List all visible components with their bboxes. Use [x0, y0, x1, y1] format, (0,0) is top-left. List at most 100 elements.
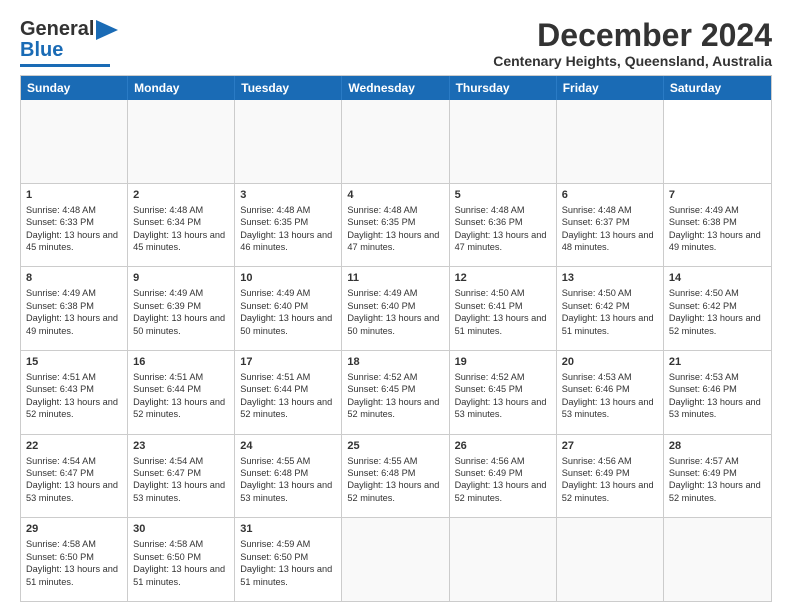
sunset-text: Sunset: 6:36 PM: [455, 217, 523, 227]
header-tuesday: Tuesday: [235, 76, 342, 100]
sunrise-text: Sunrise: 4:48 AM: [562, 205, 632, 215]
sunset-text: Sunset: 6:47 PM: [133, 468, 201, 478]
daylight-text: Daylight: 13 hours and 52 minutes.: [26, 397, 118, 419]
day-number: 17: [240, 355, 336, 370]
week-2: 1 Sunrise: 4:48 AM Sunset: 6:33 PM Daylight…: [21, 183, 771, 267]
sunrise-text: Sunrise: 4:48 AM: [133, 205, 203, 215]
sunset-text: Sunset: 6:42 PM: [562, 301, 630, 311]
page: General Blue December 2024 Centenary Hei…: [0, 0, 792, 612]
cell-w5-d5: 26Sunrise: 4:56 AMSunset: 6:49 PMDayligh…: [450, 435, 557, 518]
cell-w4-d5: 19Sunrise: 4:52 AMSunset: 6:45 PMDayligh…: [450, 351, 557, 434]
sunset-text: Sunset: 6:45 PM: [347, 384, 415, 394]
cell-w1-d6: [557, 100, 664, 183]
sunset-text: Sunset: 6:35 PM: [347, 217, 415, 227]
day-number: 23: [133, 439, 229, 454]
header-monday: Monday: [128, 76, 235, 100]
week-5: 22Sunrise: 4:54 AMSunset: 6:47 PMDayligh…: [21, 434, 771, 518]
cell-w6-d6: [557, 518, 664, 601]
header-sunday: Sunday: [21, 76, 128, 100]
cell-w1-d3: [235, 100, 342, 183]
calendar: Sunday Monday Tuesday Wednesday Thursday…: [20, 75, 772, 602]
sunset-text: Sunset: 6:38 PM: [26, 301, 94, 311]
week-6: 29 Sunrise: 4:58 AM Sunset: 6:50 PM Dayligh…: [21, 517, 771, 601]
sunrise-text: Sunrise: 4:49 AM: [347, 288, 417, 298]
cell-w6-d5: [450, 518, 557, 601]
day-number: 6: [562, 188, 658, 203]
week-1: [21, 100, 771, 183]
sunrise-text: Sunrise: 4:48 AM: [347, 205, 417, 215]
day-number: 11: [347, 271, 443, 286]
sunrise-text: Sunrise: 4:59 AM: [240, 539, 310, 549]
daylight-text: Daylight: 13 hours and 52 minutes.: [669, 480, 761, 502]
logo-general: General: [20, 18, 94, 41]
day-number: 1: [26, 188, 122, 203]
sunrise-text: Sunrise: 4:55 AM: [347, 456, 417, 466]
daylight-text: Daylight: 13 hours and 51 minutes.: [133, 564, 225, 586]
cell-w6-d1: 29Sunrise: 4:58 AMSunset: 6:50 PMDayligh…: [21, 518, 128, 601]
sunset-text: Sunset: 6:50 PM: [133, 552, 201, 562]
cell-w4-d6: 20Sunrise: 4:53 AMSunset: 6:46 PMDayligh…: [557, 351, 664, 434]
week-4: 15Sunrise: 4:51 AMSunset: 6:43 PMDayligh…: [21, 350, 771, 434]
sunset-text: Sunset: 6:44 PM: [240, 384, 308, 394]
sunset-text: Sunset: 6:39 PM: [133, 301, 201, 311]
daylight-text: Daylight: 13 hours and 53 minutes.: [562, 397, 654, 419]
day-number: 25: [347, 439, 443, 454]
sunrise-text: Sunrise: 4:55 AM: [240, 456, 310, 466]
daylight-text: Daylight: 13 hours and 48 minutes.: [562, 230, 654, 252]
cell-w1-d4: [342, 100, 449, 183]
daylight-text: Daylight: 13 hours and 51 minutes.: [455, 313, 547, 335]
day-number: 9: [133, 271, 229, 286]
day-number: 5: [455, 188, 551, 203]
header-saturday: Saturday: [664, 76, 771, 100]
sunrise-text: Sunrise: 4:53 AM: [669, 372, 739, 382]
day-number: 29: [26, 522, 122, 537]
day-number: 16: [133, 355, 229, 370]
week-3: 8Sunrise: 4:49 AMSunset: 6:38 PMDaylight…: [21, 266, 771, 350]
day-number: 24: [240, 439, 336, 454]
sunrise-text: Sunrise: 4:48 AM: [455, 205, 525, 215]
calendar-body: 1 Sunrise: 4:48 AM Sunset: 6:33 PM Daylight…: [21, 100, 771, 601]
day-number: 18: [347, 355, 443, 370]
sunrise-text: Sunrise: 4:58 AM: [26, 539, 96, 549]
header-wednesday: Wednesday: [342, 76, 449, 100]
sunrise-text: Sunrise: 4:49 AM: [240, 288, 310, 298]
daylight-text: Daylight: 13 hours and 49 minutes.: [26, 313, 118, 335]
sunset-text: Sunset: 6:35 PM: [240, 217, 308, 227]
sunrise-text: Sunrise: 4:50 AM: [562, 288, 632, 298]
daylight-text: Daylight: 13 hours and 52 minutes.: [669, 313, 761, 335]
sunrise-text: Sunrise: 4:48 AM: [26, 205, 96, 215]
sunset-text: Sunset: 6:33 PM: [26, 217, 94, 227]
cell-w4-d3: 17 Sunrise: 4:51 AM Sunset: 6:44 PM Dayligh…: [235, 351, 342, 434]
sunrise-text: Sunrise: 4:52 AM: [455, 372, 525, 382]
calendar-header: Sunday Monday Tuesday Wednesday Thursday…: [21, 76, 771, 100]
sunrise-text: Sunrise: 4:54 AM: [26, 456, 96, 466]
daylight-text: Daylight: 13 hours and 53 minutes.: [455, 397, 547, 419]
cell-w1-d1: [21, 100, 128, 183]
sunrise-text: Sunrise: 4:51 AM: [133, 372, 203, 382]
sunrise-text: Sunrise: 4:51 AM: [240, 372, 310, 382]
daylight-text: Daylight: 13 hours and 45 minutes.: [133, 230, 225, 252]
cell-w6-d3: 31Sunrise: 4:59 AMSunset: 6:50 PMDayligh…: [235, 518, 342, 601]
daylight-text: Daylight: 13 hours and 50 minutes.: [133, 313, 225, 335]
cell-w1-d7: [664, 100, 771, 183]
sunrise-text: Sunrise: 4:53 AM: [562, 372, 632, 382]
sunrise-text: Sunrise: 4:50 AM: [455, 288, 525, 298]
header-friday: Friday: [557, 76, 664, 100]
day-number: 2: [133, 188, 229, 203]
cell-w2-d6: 6Sunrise: 4:48 AMSunset: 6:37 PMDaylight…: [557, 184, 664, 267]
cell-w5-d1: 22Sunrise: 4:54 AMSunset: 6:47 PMDayligh…: [21, 435, 128, 518]
daylight-text: Daylight: 13 hours and 50 minutes.: [347, 313, 439, 335]
daylight-text: Daylight: 13 hours and 52 minutes.: [240, 397, 332, 419]
cell-w6-d2: 30Sunrise: 4:58 AMSunset: 6:50 PMDayligh…: [128, 518, 235, 601]
cell-w4-d7: 21Sunrise: 4:53 AMSunset: 6:46 PMDayligh…: [664, 351, 771, 434]
logo-divider: [20, 64, 110, 67]
day-number: 15: [26, 355, 122, 370]
cell-w4-d2: 16Sunrise: 4:51 AMSunset: 6:44 PMDayligh…: [128, 351, 235, 434]
day-number: 14: [669, 271, 766, 286]
daylight-text: Daylight: 13 hours and 51 minutes.: [562, 313, 654, 335]
sunrise-text: Sunrise: 4:51 AM: [26, 372, 96, 382]
subtitle: Centenary Heights, Queensland, Australia: [493, 53, 772, 69]
daylight-text: Daylight: 13 hours and 51 minutes.: [26, 564, 118, 586]
title-block: December 2024 Centenary Heights, Queensl…: [493, 18, 772, 69]
cell-w5-d4: 25Sunrise: 4:55 AMSunset: 6:48 PMDayligh…: [342, 435, 449, 518]
